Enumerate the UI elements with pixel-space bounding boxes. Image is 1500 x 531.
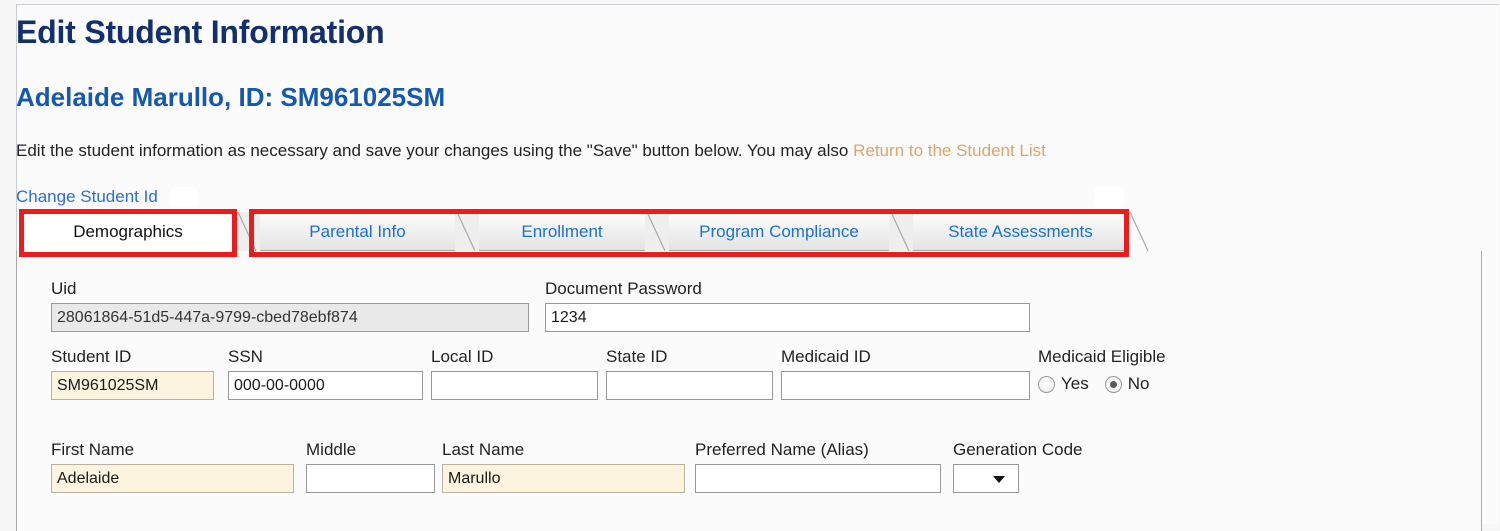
field-label: State ID — [606, 347, 668, 366]
field-label: Medicaid ID — [781, 347, 871, 366]
tab-slash-icon — [1128, 212, 1152, 251]
field-medicaid-eligible: Medicaid Eligible Yes No — [1038, 346, 1166, 394]
field-label: Middle — [306, 440, 357, 459]
field-generation-code: Generation Code — [953, 439, 1082, 493]
medicaid-no-radio[interactable] — [1104, 375, 1122, 393]
page-title: Edit Student Information — [16, 14, 385, 50]
change-student-id-link[interactable]: Change Student Id — [16, 187, 158, 206]
field-first-name: First Name Adelaide — [51, 439, 294, 493]
field-medicaid-id: Medicaid ID — [781, 346, 1030, 400]
field-label: SSN — [228, 347, 263, 366]
medicaid-id-input[interactable] — [781, 371, 1030, 400]
first-name-input[interactable]: Adelaide — [51, 464, 294, 493]
intro-text: Edit the student information as necessar… — [16, 141, 1046, 161]
annotation-box-active-tab — [19, 209, 237, 257]
middle-name-input[interactable] — [306, 464, 435, 493]
medicaid-eligible-radio-group: Yes No — [1038, 374, 1166, 394]
medicaid-no-label: No — [1127, 374, 1150, 393]
demographics-panel: Uid 28061864-51d5-447a-9799-cbed78ebf874… — [16, 251, 1482, 531]
last-name-input[interactable]: Marullo — [442, 464, 685, 493]
field-student-id: Student ID SM961025SM — [51, 346, 214, 400]
field-label: Last Name — [442, 440, 525, 459]
field-label: Document Password — [545, 279, 702, 298]
field-label: Local ID — [431, 347, 494, 366]
field-label: Medicaid Eligible — [1038, 347, 1166, 366]
field-state-id: State ID — [606, 346, 773, 400]
field-last-name: Last Name Marullo — [442, 439, 685, 493]
state-id-input[interactable] — [606, 371, 773, 400]
intro-text-prefix: Edit the student information as necessar… — [16, 141, 854, 160]
local-id-input[interactable] — [431, 371, 598, 400]
uid-input[interactable]: 28061864-51d5-447a-9799-cbed78ebf874 — [51, 303, 529, 332]
field-label: Student ID — [51, 347, 132, 366]
preferred-name-input[interactable] — [695, 464, 941, 493]
field-uid: Uid 28061864-51d5-447a-9799-cbed78ebf874 — [51, 278, 529, 332]
medicaid-yes-radio[interactable] — [1038, 375, 1055, 393]
generation-code-select[interactable] — [953, 464, 1019, 493]
field-ssn: SSN 000-00-0000 — [228, 346, 423, 400]
field-local-id: Local ID — [431, 346, 598, 400]
field-label: Uid — [51, 279, 77, 298]
ssn-input[interactable]: 000-00-0000 — [228, 371, 423, 400]
return-to-student-list-link[interactable]: Return to the Student List — [853, 141, 1046, 160]
field-middle: Middle — [306, 439, 435, 493]
change-student-id-row: Change Student Id — [16, 187, 199, 209]
document-password-input[interactable]: 1234 — [545, 303, 1030, 332]
field-label: First Name — [51, 440, 135, 459]
chevron-down-icon — [993, 476, 1005, 483]
ghost-box-left — [170, 187, 199, 207]
field-document-password: Document Password 1234 — [545, 278, 1030, 332]
field-label: Generation Code — [953, 440, 1083, 459]
student-heading: Adelaide Marullo, ID: SM961025SM — [16, 82, 446, 112]
student-id-input[interactable]: SM961025SM — [51, 371, 214, 400]
annotation-box-other-tabs — [249, 209, 1129, 257]
medicaid-yes-label: Yes — [1061, 374, 1089, 393]
field-preferred-name: Preferred Name (Alias) — [695, 439, 941, 493]
field-label: Preferred Name (Alias) — [695, 440, 869, 459]
ghost-box-right — [1094, 186, 1124, 208]
